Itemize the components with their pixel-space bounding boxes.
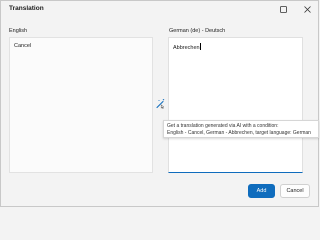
title-bar: Translation xyxy=(1,1,318,18)
close-button[interactable] xyxy=(295,1,319,18)
source-text-panel: Cancel xyxy=(9,37,153,173)
source-text: Cancel xyxy=(14,43,32,49)
ai-tooltip: Get a translation generated via AI with … xyxy=(163,120,319,138)
maximize-icon xyxy=(279,6,287,13)
target-text: Abbrechen xyxy=(173,45,200,51)
ai-translate-button[interactable] xyxy=(154,97,167,110)
add-button[interactable]: Add xyxy=(248,184,275,198)
maximize-button[interactable] xyxy=(271,1,295,18)
tooltip-line-2: English - Cancel, German - Abbrechen, ta… xyxy=(167,130,311,136)
close-icon xyxy=(303,6,311,13)
translation-dialog: Translation English German (de) - Deutsc… xyxy=(0,0,319,207)
target-language-label: German (de) - Deutsch xyxy=(169,28,226,34)
target-text-input[interactable]: Abbrechen xyxy=(168,37,303,173)
cancel-button[interactable]: Cancel xyxy=(280,184,310,198)
magic-wand-icon xyxy=(156,99,165,109)
source-language-label: English xyxy=(9,28,28,34)
target-text-value: Abbrechen xyxy=(173,43,201,51)
tooltip-line-1: Get a translation generated via AI with … xyxy=(167,123,279,129)
text-caret xyxy=(200,43,201,50)
window-title: Translation xyxy=(9,5,44,12)
